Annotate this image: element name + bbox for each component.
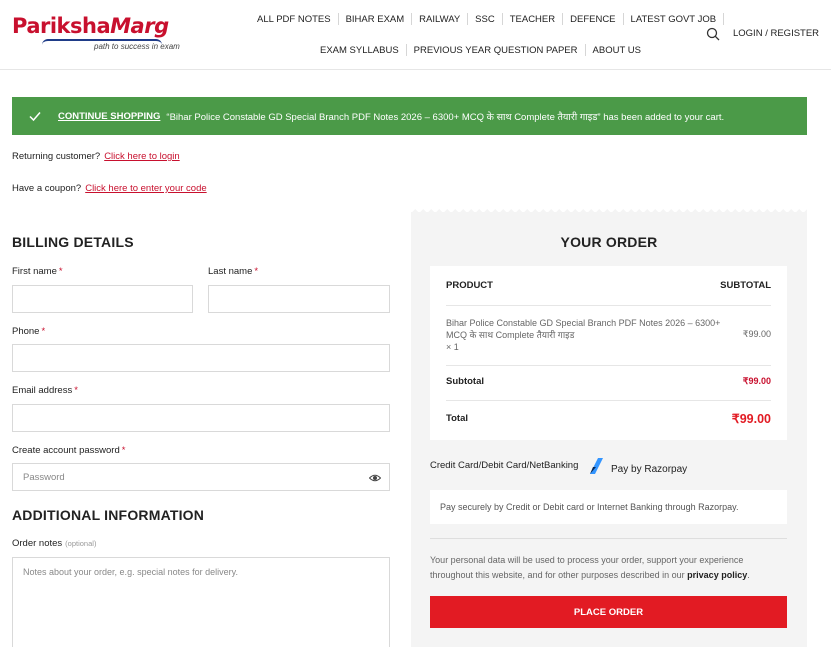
email-input[interactable] xyxy=(12,404,390,432)
order-notes-label: Order notes (optional) xyxy=(12,538,97,549)
nav-defence[interactable]: DEFENCE xyxy=(563,14,622,25)
order-item-qty: × 1 xyxy=(446,342,459,352)
site-header: ParikshaMarg path to success in exam ALL… xyxy=(0,0,831,70)
nav-ssc[interactable]: SSC xyxy=(468,14,502,25)
nav-teacher[interactable]: TEACHER xyxy=(503,14,562,25)
returning-customer-line: Returning customer? Click here to login xyxy=(12,151,180,162)
password-placeholder: Password xyxy=(23,471,65,483)
privacy-notice: Your personal data will be used to proce… xyxy=(430,555,750,580)
phone-label: Phone * xyxy=(12,326,46,337)
payment-description: Pay securely by Credit or Debit card or … xyxy=(440,502,739,512)
nav-row-2: EXAM SYLLABUS PREVIOUS YEAR QUESTION PAP… xyxy=(313,44,648,56)
coupon-line: Have a coupon? Click here to enter your c… xyxy=(12,183,207,194)
continue-shopping-link[interactable]: CONTINUE SHOPPING xyxy=(58,111,160,122)
billing-details-title: BILLING DETAILS xyxy=(12,234,134,250)
order-item-row: Bihar Police Constable GD Special Branch… xyxy=(446,317,771,353)
order-item-name: Bihar Police Constable GD Special Branch… xyxy=(446,318,721,340)
order-summary-table: PRODUCT SUBTOTAL Bihar Police Constable … xyxy=(430,266,787,440)
nav-railway[interactable]: RAILWAY xyxy=(412,14,467,25)
logo-tagline: path to success in exam xyxy=(94,42,180,51)
notice-message: “Bihar Police Constable GD Special Branc… xyxy=(166,111,725,123)
order-item-price: ₹99.00 xyxy=(742,329,771,339)
payment-description-box: Pay securely by Credit or Debit card or … xyxy=(430,490,787,524)
site-logo[interactable]: ParikshaMarg path to success in exam xyxy=(12,14,192,56)
order-panel-zigzag xyxy=(411,206,807,212)
order-notes-placeholder: Notes about your order, e.g. special not… xyxy=(23,567,238,577)
logo-text-part1: Pariksha xyxy=(12,14,111,38)
nav-about-us[interactable]: ABOUT US xyxy=(586,45,648,56)
payment-method-label[interactable]: Credit Card/Debit Card/NetBanking xyxy=(430,460,578,471)
place-order-button[interactable]: PLACE ORDER xyxy=(430,596,787,628)
your-order-title: YOUR ORDER xyxy=(560,234,658,250)
logo-text-part2: Marg xyxy=(110,14,169,38)
order-notes-textarea[interactable]: Notes about your order, e.g. special not… xyxy=(12,557,390,647)
razorpay-label: Pay by Razorpay xyxy=(611,464,688,475)
first-name-input[interactable] xyxy=(12,285,193,313)
col-product: PRODUCT xyxy=(446,280,493,291)
search-icon[interactable] xyxy=(706,27,720,41)
enter-coupon-link[interactable]: Click here to enter your code xyxy=(85,183,206,194)
last-name-input[interactable] xyxy=(208,285,390,313)
password-label: Create account password * xyxy=(12,445,126,456)
email-label: Email address * xyxy=(12,385,78,396)
additional-information-title: ADDITIONAL INFORMATION xyxy=(12,507,205,523)
login-register-link[interactable]: LOGIN / REGISTER xyxy=(733,28,819,39)
nav-row-1: ALL PDF NOTES BIHAR EXAM RAILWAY SSC TEA… xyxy=(250,13,725,25)
first-name-label: First name * xyxy=(12,266,63,277)
cart-notice-banner: CONTINUE SHOPPING “Bihar Police Constabl… xyxy=(12,97,807,135)
eye-icon[interactable] xyxy=(369,472,381,484)
razorpay-logo-icon xyxy=(590,458,603,474)
total-value: ₹99.00 xyxy=(731,412,771,426)
order-table-header: PRODUCT SUBTOTAL xyxy=(446,280,771,291)
subtotal-label: Subtotal xyxy=(446,376,484,387)
login-link[interactable]: Click here to login xyxy=(104,151,180,162)
last-name-label: Last name * xyxy=(208,266,259,277)
check-icon xyxy=(29,112,41,122)
nav-previous-year-question-paper[interactable]: PREVIOUS YEAR QUESTION PAPER xyxy=(407,45,585,56)
nav-exam-syllabus[interactable]: EXAM SYLLABUS xyxy=(313,45,406,56)
subtotal-row: Subtotal ₹99.00 xyxy=(446,376,771,387)
nav-bihar-exam[interactable]: BIHAR EXAM xyxy=(339,14,412,25)
password-input[interactable]: Password xyxy=(12,463,390,491)
total-label: Total xyxy=(446,413,468,424)
total-row: Total ₹99.00 xyxy=(446,411,771,426)
subtotal-value: ₹99.00 xyxy=(742,376,771,386)
col-subtotal: SUBTOTAL xyxy=(720,280,771,291)
phone-input[interactable] xyxy=(12,344,390,372)
nav-all-pdf-notes[interactable]: ALL PDF NOTES xyxy=(250,14,338,25)
privacy-policy-link[interactable]: privacy policy xyxy=(687,570,747,580)
nav-latest-govt-job[interactable]: LATEST GOVT JOB xyxy=(624,14,724,25)
